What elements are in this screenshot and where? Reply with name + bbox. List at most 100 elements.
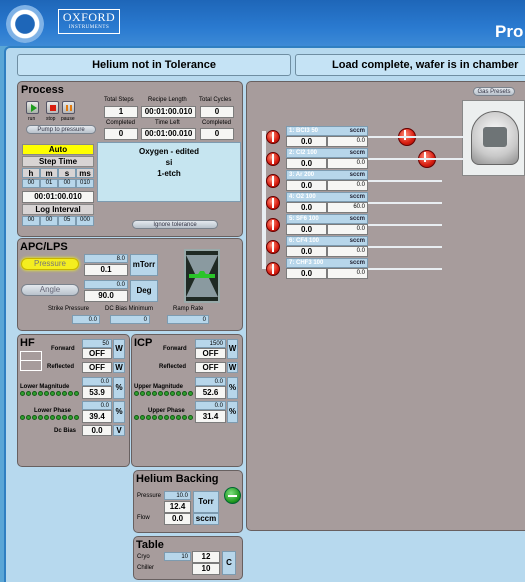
hf-forward-setpoint[interactable]: 50 [82,339,112,348]
gas-valve-icon[interactable] [266,130,280,144]
run-label: run [28,116,36,122]
gas-flow-setpoint[interactable]: 0.0 [327,246,368,257]
dc-bias-minimum-value[interactable]: 0 [110,315,150,324]
gas-line[interactable]: 1: BCl3 50 sccm 0.0 0.0 [286,126,368,147]
pump-to-pressure-button[interactable]: Pump to pressure [26,125,96,134]
mode-indicator[interactable]: Auto [22,144,94,155]
stop-icon [50,105,56,111]
pressure-unit: mTorr [130,254,158,276]
pause-label: pause [61,116,75,122]
icp-reflected-value: OFF [195,362,226,373]
gas-flow-setpoint[interactable]: 0.0 [327,158,368,169]
pressure-value: 0.1 [84,264,128,276]
gas-valve-icon[interactable] [266,262,280,276]
strike-pressure-value[interactable]: 0.0 [72,315,100,324]
hf-reflected-value: OFF [82,362,112,373]
gas-unit: sccm [349,216,365,222]
angle-mode-button[interactable]: Angle [21,284,79,296]
status-dot-icon [20,415,25,420]
gas-name: 1: BCl3 50 sccm [286,126,368,136]
gas-presets-button[interactable]: Gas Presets [473,87,515,96]
gas-flow-setpoint[interactable]: 0.0 [327,268,368,279]
gas-pipe [368,268,442,270]
gas-valve-icon[interactable] [266,240,280,254]
step-time-value[interactable]: 00:01:00.010 [22,191,94,203]
hf-reflected-unit: W [113,362,125,373]
status-dot-icon [140,391,145,396]
helium-flow-value: 0.0 [164,513,191,525]
status-dot-icon [164,415,169,420]
helium-pressure-setpoint[interactable]: 10.0 [164,491,191,500]
ignore-tolerance-button[interactable]: Ignore tolerance [132,220,218,229]
helium-flow-unit: sccm [193,513,219,525]
pressure-mode-button[interactable]: Pressure [21,258,79,270]
status-dot-icon [68,391,73,396]
hf-forward-unit: W [113,339,125,359]
gas-valve-icon[interactable] [266,174,280,188]
upper-phase-setpoint[interactable]: 0.0 [195,401,226,410]
recipe-line: Oxygen - edited [138,147,199,156]
gas-line[interactable]: 3: Ar 200 sccm 0.0 0.0 [286,170,368,191]
st-parts-cell: 01 [40,179,58,188]
helium-valve-icon[interactable] [224,487,241,504]
gas-label: 5: SF6 100 [289,216,319,222]
gas-valve-icon[interactable] [266,218,280,232]
helium-status-banner: Helium not in Tolerance [17,54,291,76]
gas-name: 6: CF4 100 sccm [286,236,368,246]
upper-phase-unit: % [227,401,238,423]
gas-valve-icon[interactable] [266,152,280,166]
upper-magnitude-unit: % [227,377,238,399]
lower-phase-unit: % [113,401,125,423]
cryo-setpoint[interactable]: 10 [164,552,191,561]
hf-indicator [20,351,42,371]
status-dot-icon [56,391,61,396]
gas-label: 6: CF4 100 [289,238,320,244]
gas-flow-setpoint[interactable]: 0.0 [327,136,368,147]
dc-bias-minimum-label: DC Bias Minimum [105,306,154,312]
pause-button[interactable] [62,101,75,114]
step-time-label: Step Time [22,156,94,167]
helium-flow-label: Flow [137,515,150,521]
st-parts-cell: 00 [58,179,76,188]
run-button[interactable] [26,101,39,114]
gas-line[interactable]: 6: CF4 100 sccm 0.0 0.0 [286,236,368,257]
hf-forward-label: Forward [51,346,75,352]
gas-line[interactable]: 5: SF6 100 sccm 0.0 0.0 [286,214,368,235]
angle-value: 90.0 [84,290,128,302]
gas-pipe [368,158,442,160]
recipe-line: si [165,158,173,167]
pressure-setpoint[interactable]: 8.0 [84,254,128,263]
gas-flow-setpoint[interactable]: 60.0 [327,202,368,213]
ramp-rate-value[interactable]: 0 [167,315,209,324]
status-dot-icon [140,415,145,420]
li-parts-cell: 00 [22,216,40,226]
status-dot-icon [152,415,157,420]
status-dot-icon [146,391,151,396]
gas-line[interactable]: 4: O2 100 sccm 0.0 60.0 [286,192,368,213]
lower-phase-setpoint[interactable]: 0.0 [82,401,112,410]
recipe-length-value: 00:01:00.010 [141,106,196,118]
angle-setpoint[interactable]: 0.0 [84,280,128,289]
gas-valve-icon[interactable] [266,196,280,210]
lower-magnitude-setpoint[interactable]: 0.0 [82,377,112,386]
upper-magnitude-setpoint[interactable]: 0.0 [195,377,226,386]
gas-flow-setpoint[interactable]: 0.0 [327,224,368,235]
gas-line[interactable]: 7: CHF3 100 sccm 0.0 0.0 [286,258,368,279]
hf-forward-value: OFF [82,348,112,359]
icp-forward-setpoint[interactable]: 1500 [195,339,226,348]
stop-button[interactable] [46,101,59,114]
log-interval-parts[interactable]: 00 00 05 000 [22,216,94,226]
dc-bias-value: 0.0 [82,425,112,436]
gas-flow-value: 0.0 [286,202,327,213]
upper-phase-indicator [134,415,196,421]
status-dot-icon [26,391,31,396]
gas-pipe [368,136,442,138]
table-temp-unit: C [222,551,236,575]
completed-steps-label: Completed [106,120,136,126]
icp-reflected-unit: W [227,362,238,373]
gas-unit: sccm [349,194,365,200]
gas-flow-setpoint[interactable]: 0.0 [327,180,368,191]
gas-line[interactable]: 2: Cl2 100 sccm 0.0 0.0 [286,148,368,169]
status-dot-icon [176,415,181,420]
gas-flow-value: 0.0 [286,158,327,169]
